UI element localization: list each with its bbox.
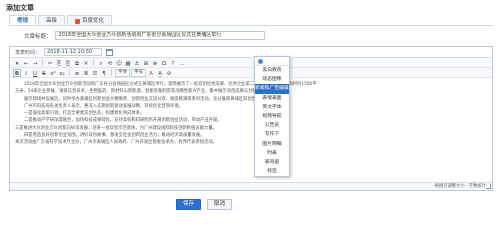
content-paragraph: 方米，54家企业参展，涵盖信息技术、生物医药、新材料与新能源、智能装备制造等战略… (15, 89, 279, 95)
special-char-icon[interactable]: Ω (160, 59, 168, 67)
replace-icon[interactable]: ⟲ (106, 59, 114, 67)
help-icon[interactable]: ? (169, 59, 177, 67)
dropdown-item[interactable]: 图片明细 (255, 140, 289, 149)
tab-divider (9, 25, 493, 26)
dropdown-item[interactable]: 时表 (255, 149, 289, 158)
dropdown-item[interactable]: 英文字体 (255, 103, 289, 112)
editor-content[interactable]: 2018年全国大众创业万众创新活动周广东省分会场园区仪式在黄埔区举行，现场展示了… (15, 81, 489, 147)
editor-toolbar-row-1: ▾ ← → ✂ ⎘ ⎗ ⧉ ✕ ⌕ ⟲ ☺ ▦ ⚓ ⊞ ⊕ Ω ? … (10, 58, 492, 68)
insert-icon[interactable]: ⊕ (151, 59, 159, 67)
more-icon[interactable]: … (178, 59, 186, 67)
dropdown-item[interactable]: 动态图像 (255, 75, 289, 84)
dropdown-item[interactable]: 黑白教育 (255, 66, 289, 75)
publish-date-input[interactable]: 2018-11-12 20:50 (44, 48, 103, 56)
undo-icon[interactable]: ← (22, 59, 30, 67)
form-actions: 保存 取消 (176, 199, 233, 210)
strikethrough-icon[interactable]: S (40, 69, 48, 77)
title-input[interactable]: 2018年全国大众创业万众创新活动周广东省分会场园区仪式在黄埔区举行 (54, 31, 265, 40)
dropdown-header (255, 57, 289, 66)
toolbar-dropdown-menu: 黑白教育 动态图像 新闻和广告编辑力 表情表面 英文字体 视频导航 公告员 写作… (254, 56, 293, 178)
find-icon[interactable]: ⌕ (97, 59, 105, 67)
bold-icon[interactable]: B (13, 68, 21, 77)
cancel-button[interactable]: 取消 (207, 199, 233, 210)
content-paragraph: 展示现场共设展区，同时举办黄埔区创新创业大赛颁奖、创新创业交流分享、融资路演等系… (24, 96, 265, 102)
baidu-icon (75, 18, 81, 24)
toolbar-divider (93, 59, 94, 66)
table-icon[interactable]: ▦ (124, 59, 132, 67)
add-article-page: 添加文章 常规 高级 百度优化 文章标题： 2018年全国大众创业万众创新活动周… (0, 0, 500, 232)
publish-date-label: 发表时间： (15, 49, 41, 56)
subscript-icon[interactable]: x₂ (58, 69, 66, 77)
grid-icon[interactable]: ⊞ (142, 59, 150, 67)
dropdown-indicator-icon (258, 58, 263, 64)
page-title: 添加文章 (6, 4, 34, 12)
title-label: 文章标题： (24, 33, 52, 40)
editor-toolbar-row-2: B I U S x² x₂ ≡ ≣ ☰ ¶ 字体 字号 A A̲ ⊘ (10, 68, 492, 78)
dropdown-item-selected[interactable]: 新闻和广告编辑力 (255, 84, 293, 94)
dropdown-item[interactable]: 表情表面 (255, 94, 289, 103)
highlight-color-icon[interactable]: A̲ (156, 69, 164, 77)
content-paragraph: 三是推进大众创业万众创新向纵深发展，培育一批双创示范基地，为广州建设国际科技创新… (15, 125, 217, 131)
content-paragraph: 本次活动由广东省科学技术厅主办，广州市黄埔区人民政府、广州开发区管委会承办，各界… (15, 140, 217, 146)
remove-format-icon[interactable]: ⊘ (165, 69, 173, 77)
align-left-icon[interactable]: ≡ (73, 69, 81, 77)
cut-icon[interactable]: ✂ (46, 59, 54, 67)
rich-text-editor: 发表时间： 2018-11-12 20:50 ▾ ← → ✂ ⎘ ⎗ ⧉ ✕ ⌕… (9, 46, 493, 191)
font-family-select[interactable]: 字体 (115, 68, 130, 77)
list-icon[interactable]: ☰ (91, 69, 99, 77)
superscript-icon[interactable]: x² (49, 69, 57, 77)
save-button[interactable]: 保存 (176, 199, 202, 210)
editor-date-row: 发表时间： 2018-11-12 20:50 (10, 47, 492, 58)
align-center-icon[interactable]: ≣ (82, 69, 90, 77)
content-paragraph: 一是强化政策引领，打造全要素双创生态，构建孵化育成体系。 (24, 111, 145, 117)
toolbar-divider (69, 69, 70, 76)
paste-text-icon[interactable]: ⧉ (73, 59, 81, 67)
font-color-icon[interactable]: A (147, 69, 155, 77)
underline-icon[interactable]: U (31, 69, 39, 77)
dropdown-item[interactable]: 公告员 (255, 121, 289, 130)
calendar-icon[interactable] (106, 48, 114, 56)
redo-icon[interactable]: → (31, 59, 39, 67)
dropdown-item[interactable]: 写作下 (255, 130, 289, 139)
anchor-icon[interactable]: ⚓ (133, 59, 141, 67)
copy-icon[interactable]: ⎘ (55, 59, 63, 67)
dropdown-item[interactable]: 视频导航 (255, 112, 289, 121)
paragraph-icon[interactable]: ¶ (100, 69, 108, 77)
content-paragraph: 四是营造良好创新创业氛围，讲好双创故事，激发全社会创新创业活力，推动经济高质量发… (24, 133, 205, 139)
toolbar-divider (42, 59, 43, 66)
content-paragraph: 2018年全国大众创业万众创新活动周广东省分会场园区仪式在黄埔区举行，现场展示了… (24, 82, 317, 87)
editor-status-bar: 拖拽可调整大小 · 字数统计 (10, 182, 492, 190)
dropdown-item[interactable]: 表哥画 (255, 158, 289, 167)
clear-icon[interactable]: ✕ (82, 59, 90, 67)
content-paragraph: 二是推动产学研深度融合，加快科技成果转化，支持高校和科研院所开展创新创业活动，带… (24, 118, 222, 124)
toolbar-divider (111, 69, 112, 76)
emoji-icon[interactable]: ☺ (115, 59, 123, 67)
toolbar-menu-icon[interactable]: ▾ (13, 59, 21, 67)
resize-handle-icon[interactable] (486, 184, 491, 189)
dropdown-item[interactable]: 标签 (255, 167, 289, 176)
paste-icon[interactable]: ⎗ (64, 59, 72, 67)
content-paragraph: 广州市科技局有关负责人表示，要深入实施创新驱动发展战略，持续优化营商环境。 (24, 103, 183, 109)
title-row: 文章标题： 2018年全国大众创业万众创新活动周广东省分会场园区仪式在黄埔区举行 (24, 31, 265, 40)
italic-icon[interactable]: I (22, 69, 30, 77)
font-size-select[interactable]: 字号 (131, 68, 146, 77)
